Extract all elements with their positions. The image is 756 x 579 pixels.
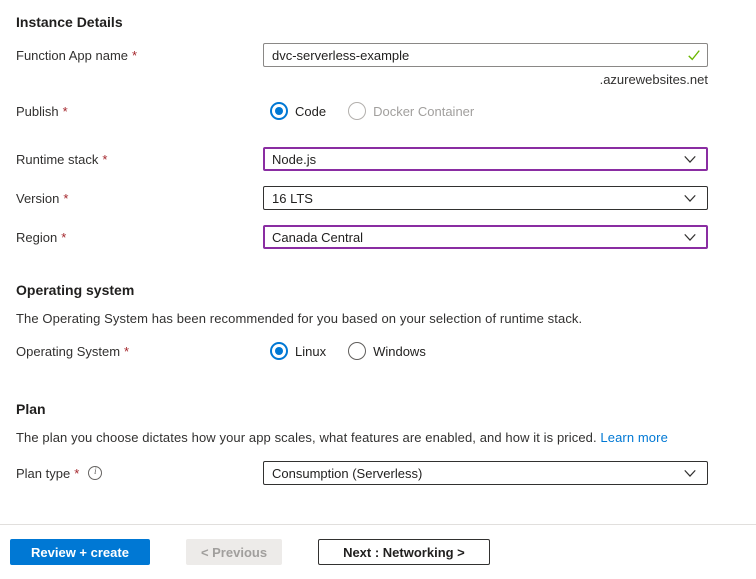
- version-select[interactable]: 16 LTS: [263, 186, 708, 210]
- operating-system-description: The Operating System has been recommende…: [16, 311, 583, 326]
- required-asterisk: *: [61, 229, 67, 245]
- plan-type-label: Plan type * i: [16, 466, 263, 481]
- os-radio-windows[interactable]: Windows: [348, 342, 426, 360]
- label-text: Operating System: [16, 343, 121, 359]
- domain-suffix-row: .azurewebsites.net: [16, 67, 756, 102]
- section-title-plan: Plan: [16, 401, 46, 417]
- runtime-stack-label: Runtime stack *: [16, 152, 263, 167]
- region-row: Region * Canada Central: [16, 225, 756, 249]
- runtime-stack-select[interactable]: Node.js: [263, 147, 708, 171]
- previous-button[interactable]: < Previous: [185, 539, 283, 565]
- runtime-stack-value: Node.js: [272, 151, 317, 167]
- create-function-app-form: Instance Details Function App name * .az…: [0, 0, 756, 485]
- chevron-down-icon: [683, 152, 697, 166]
- version-row: Version * 16 LTS: [16, 186, 756, 210]
- publish-radio-group: Code Docker Container: [263, 102, 708, 120]
- operating-system-label: Operating System *: [16, 344, 263, 359]
- function-app-name-control: [263, 43, 708, 67]
- validation-check-icon: [687, 48, 701, 62]
- required-asterisk: *: [132, 47, 138, 63]
- label-text: Plan type: [16, 465, 71, 481]
- operating-system-row: Operating System * Linux Windows: [16, 342, 756, 360]
- radio-selected-icon: [270, 342, 288, 360]
- plan-type-select[interactable]: Consumption (Serverless): [263, 461, 708, 485]
- section-title-instance-details: Instance Details: [16, 14, 123, 30]
- label-text: Publish: [16, 103, 59, 119]
- publish-radio-docker-container[interactable]: Docker Container: [348, 102, 474, 120]
- chevron-down-icon: [683, 191, 697, 205]
- region-select[interactable]: Canada Central: [263, 225, 708, 249]
- review-create-button[interactable]: Review + create: [10, 539, 150, 565]
- version-label: Version *: [16, 191, 263, 206]
- region-label: Region *: [16, 230, 263, 245]
- domain-suffix-text: .azurewebsites.net: [599, 72, 708, 87]
- required-asterisk: *: [74, 465, 80, 481]
- os-radio-linux[interactable]: Linux: [270, 342, 326, 360]
- runtime-stack-row: Runtime stack * Node.js: [16, 147, 756, 171]
- plan-type-value: Consumption (Serverless): [272, 465, 423, 481]
- required-asterisk: *: [63, 190, 69, 206]
- function-app-name-input[interactable]: [263, 43, 708, 67]
- label-text: Runtime stack: [16, 151, 99, 167]
- label-text: Function App name: [16, 47, 129, 63]
- label-text: Version: [16, 190, 60, 206]
- region-value: Canada Central: [272, 229, 364, 245]
- chevron-down-icon: [683, 466, 697, 480]
- function-app-name-label: Function App name *: [16, 48, 263, 63]
- function-app-name-row: Function App name *: [16, 43, 756, 67]
- learn-more-link[interactable]: Learn more: [600, 430, 667, 445]
- plan-description: The plan you choose dictates how your ap…: [16, 430, 756, 445]
- required-asterisk: *: [102, 151, 108, 167]
- publish-radio-code-label: Code: [295, 103, 327, 119]
- info-icon[interactable]: i: [88, 466, 103, 480]
- required-asterisk: *: [62, 103, 68, 119]
- publish-row: Publish * Code Docker Container: [16, 102, 756, 120]
- radio-selected-icon: [270, 102, 288, 120]
- os-radio-windows-label: Windows: [373, 343, 426, 359]
- radio-unselected-icon: [348, 102, 367, 120]
- operating-system-section: Operating system The Operating System ha…: [16, 282, 756, 360]
- plan-section: Plan The plan you choose dictates how yo…: [16, 401, 756, 485]
- version-value: 16 LTS: [272, 190, 313, 206]
- chevron-down-icon: [683, 230, 697, 244]
- required-asterisk: *: [124, 343, 130, 359]
- publish-label: Publish *: [16, 104, 263, 119]
- label-text: Region: [16, 229, 58, 245]
- plan-description-text: The plan you choose dictates how your ap…: [16, 430, 597, 445]
- publish-radio-docker-label: Docker Container: [373, 103, 475, 119]
- wizard-footer: Review + create < Previous Next : Networ…: [0, 524, 756, 579]
- os-radio-linux-label: Linux: [295, 343, 327, 359]
- section-title-operating-system: Operating system: [16, 282, 135, 298]
- radio-unselected-icon: [348, 342, 367, 360]
- next-networking-button[interactable]: Next : Networking >: [318, 539, 490, 565]
- publish-radio-code[interactable]: Code: [270, 102, 326, 120]
- plan-type-row: Plan type * i Consumption (Serverless): [16, 461, 756, 485]
- operating-system-radio-group: Linux Windows: [263, 342, 708, 360]
